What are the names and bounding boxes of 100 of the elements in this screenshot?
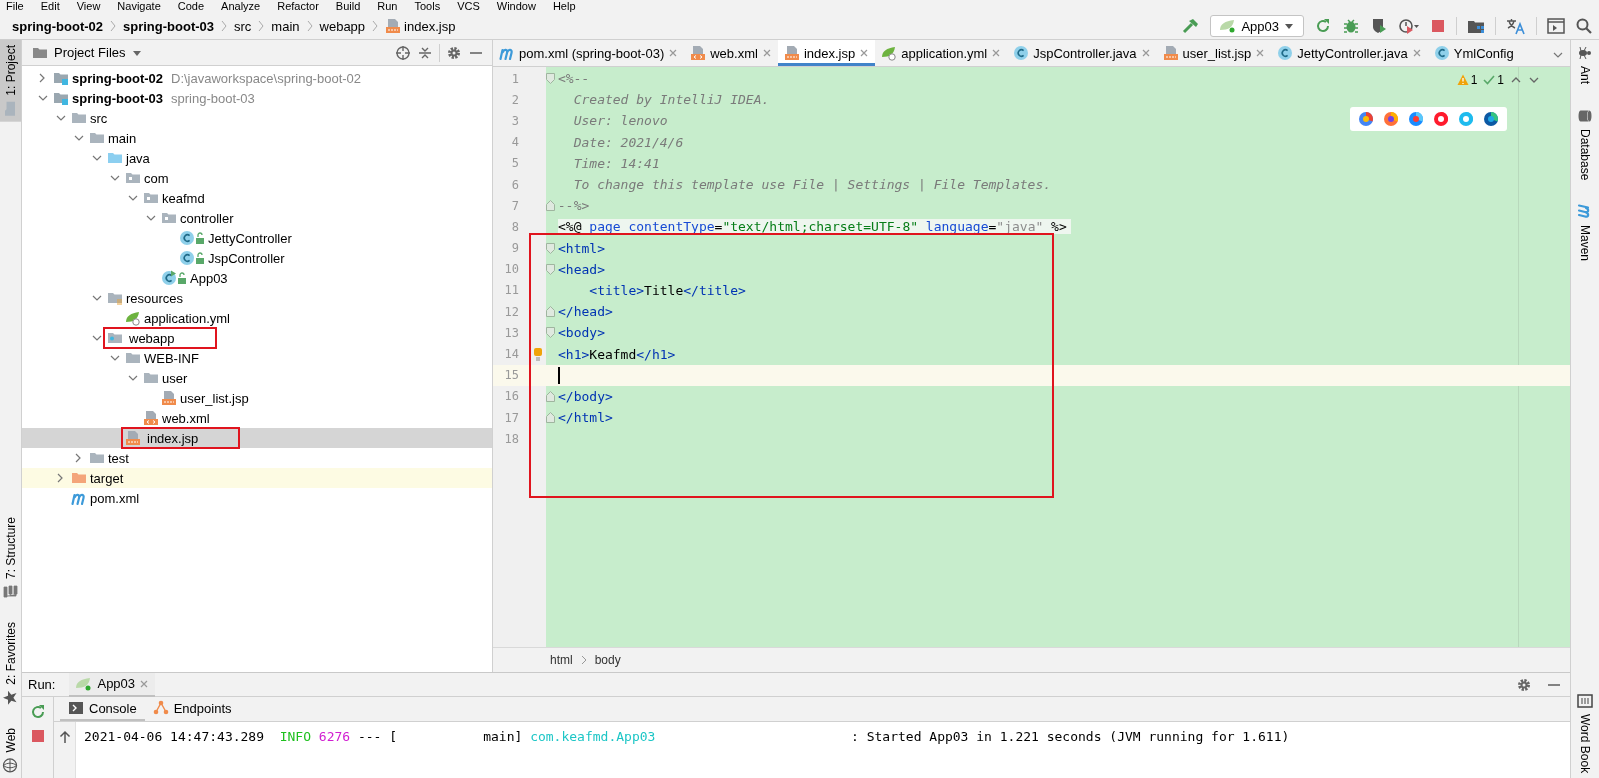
menu-item[interactable]: Run	[377, 0, 398, 13]
menu-item[interactable]: File	[6, 0, 24, 13]
editor-tab[interactable]: application.yml	[875, 40, 1008, 66]
tool-window-button[interactable]: Word Book	[1574, 687, 1596, 778]
stop-icon[interactable]	[30, 729, 45, 743]
fold-marker-icon[interactable]	[546, 200, 555, 212]
tree-item[interactable]: pom.xml	[22, 488, 492, 508]
breadcrumb-item[interactable]: main	[271, 18, 300, 34]
breadcrumb-item[interactable]: webapp	[319, 18, 366, 34]
breadcrumb-item[interactable]: index.jsp	[385, 18, 456, 34]
shield-icon[interactable]	[1370, 17, 1388, 35]
bug-icon[interactable]	[1342, 17, 1360, 35]
menu-item[interactable]: Build	[335, 0, 361, 13]
browser-icon[interactable]	[1383, 111, 1399, 127]
tree-item[interactable]: resources	[22, 288, 492, 308]
tool-window-button[interactable]: 7: Structure	[0, 511, 21, 605]
editor-tab[interactable]: index.jsp	[777, 40, 876, 66]
tree-item[interactable]: webapp	[22, 328, 492, 348]
tree-item[interactable]: src	[22, 108, 492, 128]
tree-item[interactable]: spring-boot-02 D:\javaworkspace\spring-boot-02	[22, 68, 492, 88]
menu-item[interactable]: Window	[496, 0, 536, 13]
menu-item[interactable]: VCS	[457, 0, 480, 13]
weak-warning-count[interactable]: 1	[1497, 73, 1504, 87]
locate-icon[interactable]	[395, 44, 411, 61]
tree-item[interactable]: JettyController	[22, 228, 492, 248]
tree-item[interactable]: spring-boot-03 spring-boot-03	[22, 88, 492, 108]
terminal-icon[interactable]	[1547, 18, 1565, 34]
fold-marker-icon[interactable]	[546, 306, 555, 318]
fold-marker-icon[interactable]	[546, 412, 555, 424]
tree-item[interactable]: JspController	[22, 248, 492, 268]
rerun-icon[interactable]	[1314, 17, 1332, 35]
close-icon[interactable]	[761, 48, 772, 58]
editor-tab[interactable]: JspController.java	[1007, 40, 1157, 66]
breadcrumb-item[interactable]: src	[234, 18, 252, 34]
tool-window-button[interactable]: 2: Favorites	[0, 616, 21, 711]
menu-item[interactable]: Code	[177, 0, 205, 13]
gauge-icon[interactable]	[1398, 17, 1420, 35]
fold-marker-icon[interactable]	[546, 242, 555, 254]
breadcrumb-item[interactable]: html	[550, 653, 573, 667]
browser-icon[interactable]	[1483, 111, 1499, 127]
browser-icon[interactable]	[1433, 111, 1449, 127]
rerun-icon[interactable]	[29, 703, 46, 719]
run-tab[interactable]: App03	[69, 672, 156, 697]
close-icon[interactable]	[1255, 48, 1266, 58]
tree-item[interactable]: index.jsp	[22, 428, 492, 448]
editor-tab[interactable]: web.xml	[684, 40, 778, 66]
tree-item[interactable]: keafmd	[22, 188, 492, 208]
fold-marker-icon[interactable]	[546, 327, 555, 339]
close-icon[interactable]	[1140, 48, 1151, 58]
panel-title[interactable]: Project Files	[54, 45, 126, 60]
tool-window-button[interactable]: Database	[1574, 103, 1596, 186]
editor-tab[interactable]: pom.xml (spring-boot-03)	[493, 40, 685, 66]
tree-item[interactable]: test	[22, 448, 492, 468]
tree-item[interactable]: application.yml	[22, 308, 492, 328]
tree-item[interactable]: controller	[22, 208, 492, 228]
menu-item[interactable]: Refactor	[277, 0, 319, 13]
settings-icon[interactable]	[1516, 676, 1532, 693]
arrow-up-icon[interactable]	[58, 730, 71, 744]
close-icon[interactable]	[859, 48, 870, 58]
breadcrumb-item[interactable]: body	[594, 653, 621, 667]
editor-tab[interactable]: JettyController.java	[1271, 40, 1428, 66]
tree-item[interactable]: target	[22, 468, 492, 488]
close-icon[interactable]	[139, 678, 150, 689]
tree-item[interactable]: web.xml	[22, 408, 492, 428]
stop-icon[interactable]	[1430, 18, 1446, 34]
fold-marker-icon[interactable]	[546, 263, 555, 275]
tool-window-button[interactable]: 1: Project	[0, 40, 21, 122]
menu-item[interactable]: View	[76, 0, 101, 13]
fold-marker-icon[interactable]	[546, 73, 555, 85]
translate-icon[interactable]	[1506, 17, 1526, 35]
browser-icon[interactable]	[1408, 111, 1424, 127]
tree-item[interactable]: App03	[22, 268, 492, 288]
fold-marker-icon[interactable]	[546, 390, 555, 402]
menu-item[interactable]: Analyze	[221, 0, 261, 13]
menu-item[interactable]: Tools	[414, 0, 441, 13]
tree-item[interactable]: user	[22, 368, 492, 388]
editor-tab[interactable]: YmlConfig	[1427, 40, 1520, 66]
breadcrumb-item[interactable]: spring-boot-02	[12, 18, 103, 34]
tree-item[interactable]: java	[22, 148, 492, 168]
editor-tab[interactable]: user_list.jsp	[1156, 40, 1272, 66]
tool-window-button[interactable]: Maven	[1574, 199, 1596, 267]
tree-item[interactable]: WEB-INF	[22, 348, 492, 368]
warning-count[interactable]: 1	[1470, 73, 1478, 87]
search-icon[interactable]	[1575, 17, 1593, 35]
tree-item[interactable]: com	[22, 168, 492, 188]
close-icon[interactable]	[1411, 48, 1422, 58]
breadcrumb-item[interactable]: spring-boot-03	[123, 18, 214, 34]
browser-icon[interactable]	[1358, 111, 1374, 127]
tree-item[interactable]: user_list.jsp	[22, 388, 492, 408]
close-icon[interactable]	[991, 48, 1002, 58]
settings-icon[interactable]	[446, 44, 462, 61]
hammer-icon[interactable]	[1182, 17, 1201, 35]
menu-item[interactable]: Help	[552, 0, 576, 13]
tree-item[interactable]: main	[22, 128, 492, 148]
run-configuration-dropdown[interactable]: App03	[1210, 15, 1304, 37]
console-tab[interactable]: Endpoints	[144, 697, 240, 721]
tool-window-button[interactable]: Web	[0, 722, 21, 778]
menu-item[interactable]: Navigate	[117, 0, 161, 13]
tool-window-button[interactable]: Ant	[1574, 40, 1596, 89]
close-icon[interactable]	[668, 48, 679, 58]
